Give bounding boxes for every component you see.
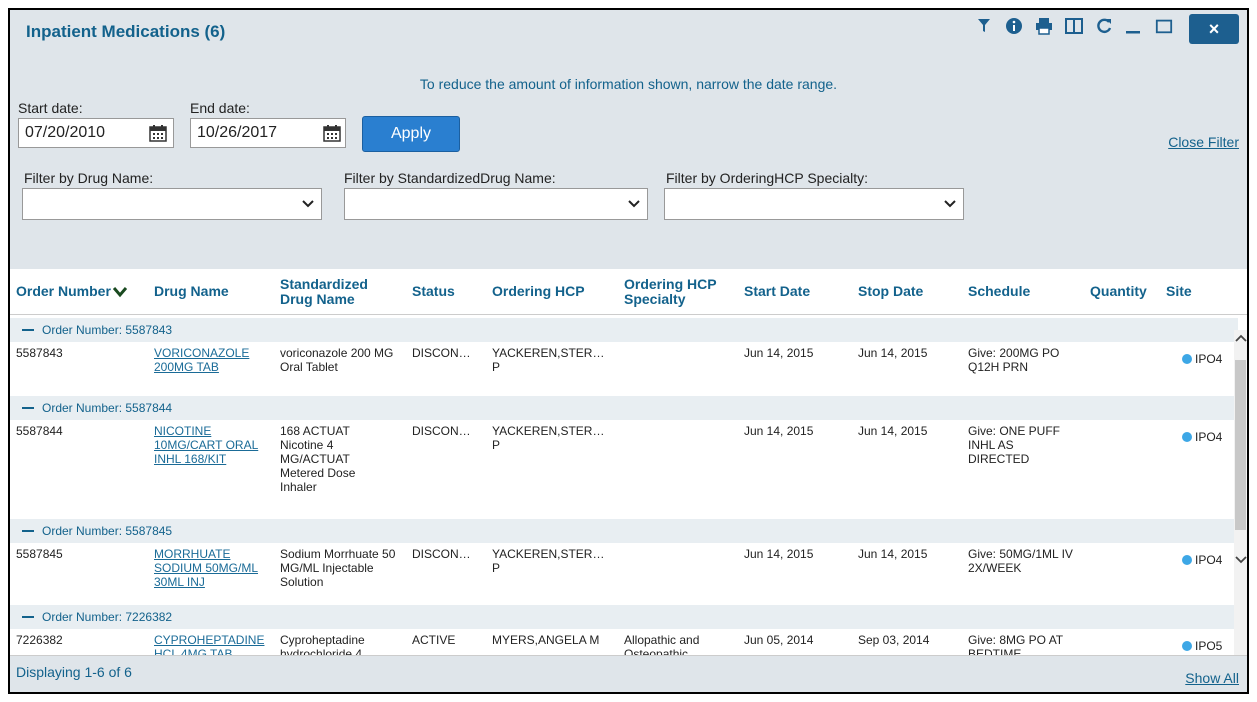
ordering-hcp-cell: YACKEREN,STER… P	[492, 346, 605, 374]
status-cell: DISCON…	[412, 547, 471, 561]
order-number-cell: 5587843	[16, 346, 63, 360]
ordering-hcp-cell: YACKEREN,STER… P	[492, 424, 605, 452]
chevron-down-icon	[302, 200, 314, 208]
column-header-quantity[interactable]: Quantity	[1090, 269, 1160, 314]
print-icon[interactable]	[1035, 16, 1053, 36]
collapse-icon	[22, 407, 34, 409]
drug-name-link[interactable]: NICOTINE 10MG/CART ORAL INHL 168/KIT	[154, 424, 272, 466]
site-cell: IPO5	[1182, 639, 1222, 653]
start-date-cell: Jun 05, 2014	[744, 633, 814, 647]
ordering-hcp-cell: MYERS,ANGELA M	[492, 633, 600, 647]
column-header-schedule[interactable]: Schedule	[968, 269, 1068, 314]
site-status-dot	[1182, 432, 1192, 442]
scroll-down-icon[interactable]	[1234, 552, 1247, 568]
start-date-cell: Jun 14, 2015	[744, 547, 814, 561]
minimize-icon[interactable]	[1125, 16, 1143, 36]
standardized-drug-cell: Sodium Morrhuate 50 MG/ML Injectable Sol…	[280, 547, 396, 589]
start-date-label: Start date:	[18, 100, 83, 116]
sort-descending-icon	[112, 286, 127, 297]
chevron-down-icon	[944, 200, 956, 208]
start-calendar-icon[interactable]	[146, 121, 170, 145]
close-icon: ×	[1208, 18, 1220, 39]
stop-date-cell: Jun 14, 2015	[858, 424, 928, 438]
table-row[interactable]: 5587844 NICOTINE 10MG/CART ORAL INHL 168…	[10, 420, 1238, 519]
close-filter-link[interactable]: Close Filter	[1168, 134, 1239, 150]
collapse-icon	[22, 530, 34, 532]
status-cell: ACTIVE	[412, 633, 456, 647]
schedule-cell: Give: 50MG/1ML IV 2X/WEEK	[968, 547, 1073, 575]
column-header-ordering-hcp-specialty[interactable]: Ordering HCP Specialty	[624, 269, 736, 314]
drug-name-link[interactable]: MORRHUATE SODIUM 50MG/ML 30ML INJ	[154, 547, 276, 589]
table-footer: Displaying 1-6 of 6 Show All	[10, 655, 1247, 692]
start-date-cell: Jun 14, 2015	[744, 346, 814, 360]
vertical-scrollbar[interactable]	[1234, 330, 1247, 660]
order-number-cell: 5587844	[16, 424, 63, 438]
drug-name-filter-label: Filter by Drug Name:	[24, 170, 154, 186]
column-header-standardized-drug-name[interactable]: Standardized Drug Name	[280, 269, 400, 314]
standardized-drug-filter-label: Filter by StandardizedDrug Name:	[344, 170, 556, 186]
close-window-button[interactable]: ×	[1189, 14, 1239, 44]
start-date-cell: Jun 14, 2015	[744, 424, 814, 438]
column-header-drug-name[interactable]: Drug Name	[154, 269, 274, 314]
stop-date-cell: Jun 14, 2015	[858, 547, 928, 561]
stop-date-cell: Sep 03, 2014	[858, 633, 930, 647]
group-header[interactable]: Order Number: 5587845	[10, 519, 1238, 543]
group-header[interactable]: Order Number: 5587844	[10, 396, 1238, 420]
site-cell: IPO4	[1182, 553, 1222, 567]
show-all-link[interactable]: Show All	[1185, 670, 1239, 686]
column-header-status[interactable]: Status	[412, 269, 472, 314]
order-number-cell: 7226382	[16, 633, 63, 647]
inpatient-medications-window: Inpatient Medications (6) × To reduce th…	[8, 8, 1249, 694]
collapse-icon	[22, 329, 34, 331]
status-cell: DISCON…	[412, 424, 471, 438]
maximize-icon[interactable]	[1155, 16, 1173, 36]
group-header[interactable]: Order Number: 5587843	[10, 318, 1238, 342]
table-header: Order Number Drug Name Standardized Drug…	[10, 269, 1247, 315]
collapse-icon	[22, 616, 34, 618]
table-row[interactable]: 5587845 MORRHUATE SODIUM 50MG/ML 30ML IN…	[10, 543, 1238, 605]
end-date-label: End date:	[190, 100, 250, 116]
ordering-hcp-cell: YACKEREN,STER… P	[492, 547, 605, 575]
group-header[interactable]: Order Number: 7226382	[10, 605, 1238, 629]
end-calendar-icon[interactable]	[320, 121, 344, 145]
drug-name-select[interactable]	[22, 188, 322, 220]
specialty-filter-label: Filter by OrderingHCP Specialty:	[666, 170, 869, 186]
title-toolbar	[975, 16, 1173, 36]
filter-icon[interactable]	[975, 16, 993, 36]
site-status-dot	[1182, 641, 1192, 651]
site-cell: IPO4	[1182, 352, 1222, 366]
site-cell: IPO4	[1182, 430, 1222, 444]
date-range-hint: To reduce the amount of information show…	[419, 76, 838, 92]
drug-name-link[interactable]: VORICONAZOLE 200MG TAB	[154, 346, 274, 374]
columns-icon[interactable]	[1065, 16, 1083, 36]
table-row[interactable]: 5587843 VORICONAZOLE 200MG TAB voriconaz…	[10, 342, 1238, 396]
scrollbar-thumb[interactable]	[1235, 360, 1246, 530]
site-status-dot	[1182, 555, 1192, 565]
standardized-drug-select[interactable]	[344, 188, 648, 220]
apply-button[interactable]: Apply	[362, 116, 460, 152]
chevron-down-icon	[628, 200, 640, 208]
standardized-drug-cell: voriconazole 200 MG Oral Tablet	[280, 346, 394, 374]
displaying-count: Displaying 1-6 of 6	[16, 664, 132, 680]
scroll-up-icon[interactable]	[1234, 330, 1247, 346]
column-header-ordering-hcp[interactable]: Ordering HCP	[492, 269, 612, 314]
column-header-order-number[interactable]: Order Number	[16, 269, 146, 314]
filter-panel: Inpatient Medications (6) × To reduce th…	[10, 10, 1247, 269]
column-header-stop-date[interactable]: Stop Date	[858, 269, 958, 314]
window-title: Inpatient Medications (6)	[26, 22, 226, 41]
site-status-dot	[1182, 354, 1192, 364]
info-icon[interactable]	[1005, 16, 1023, 36]
refresh-icon[interactable]	[1095, 16, 1113, 36]
standardized-drug-cell: 168 ACTUAT Nicotine 4 MG/ACTUAT Metered …	[280, 424, 356, 494]
status-cell: DISCON…	[412, 346, 471, 360]
schedule-cell: Give: 200MG PO Q12H PRN	[968, 346, 1060, 374]
column-header-site[interactable]: Site	[1166, 269, 1226, 314]
order-number-cell: 5587845	[16, 547, 63, 561]
schedule-cell: Give: ONE PUFF INHL AS DIRECTED	[968, 424, 1061, 466]
specialty-select[interactable]	[664, 188, 964, 220]
stop-date-cell: Jun 14, 2015	[858, 346, 928, 360]
column-header-start-date[interactable]: Start Date	[744, 269, 844, 314]
